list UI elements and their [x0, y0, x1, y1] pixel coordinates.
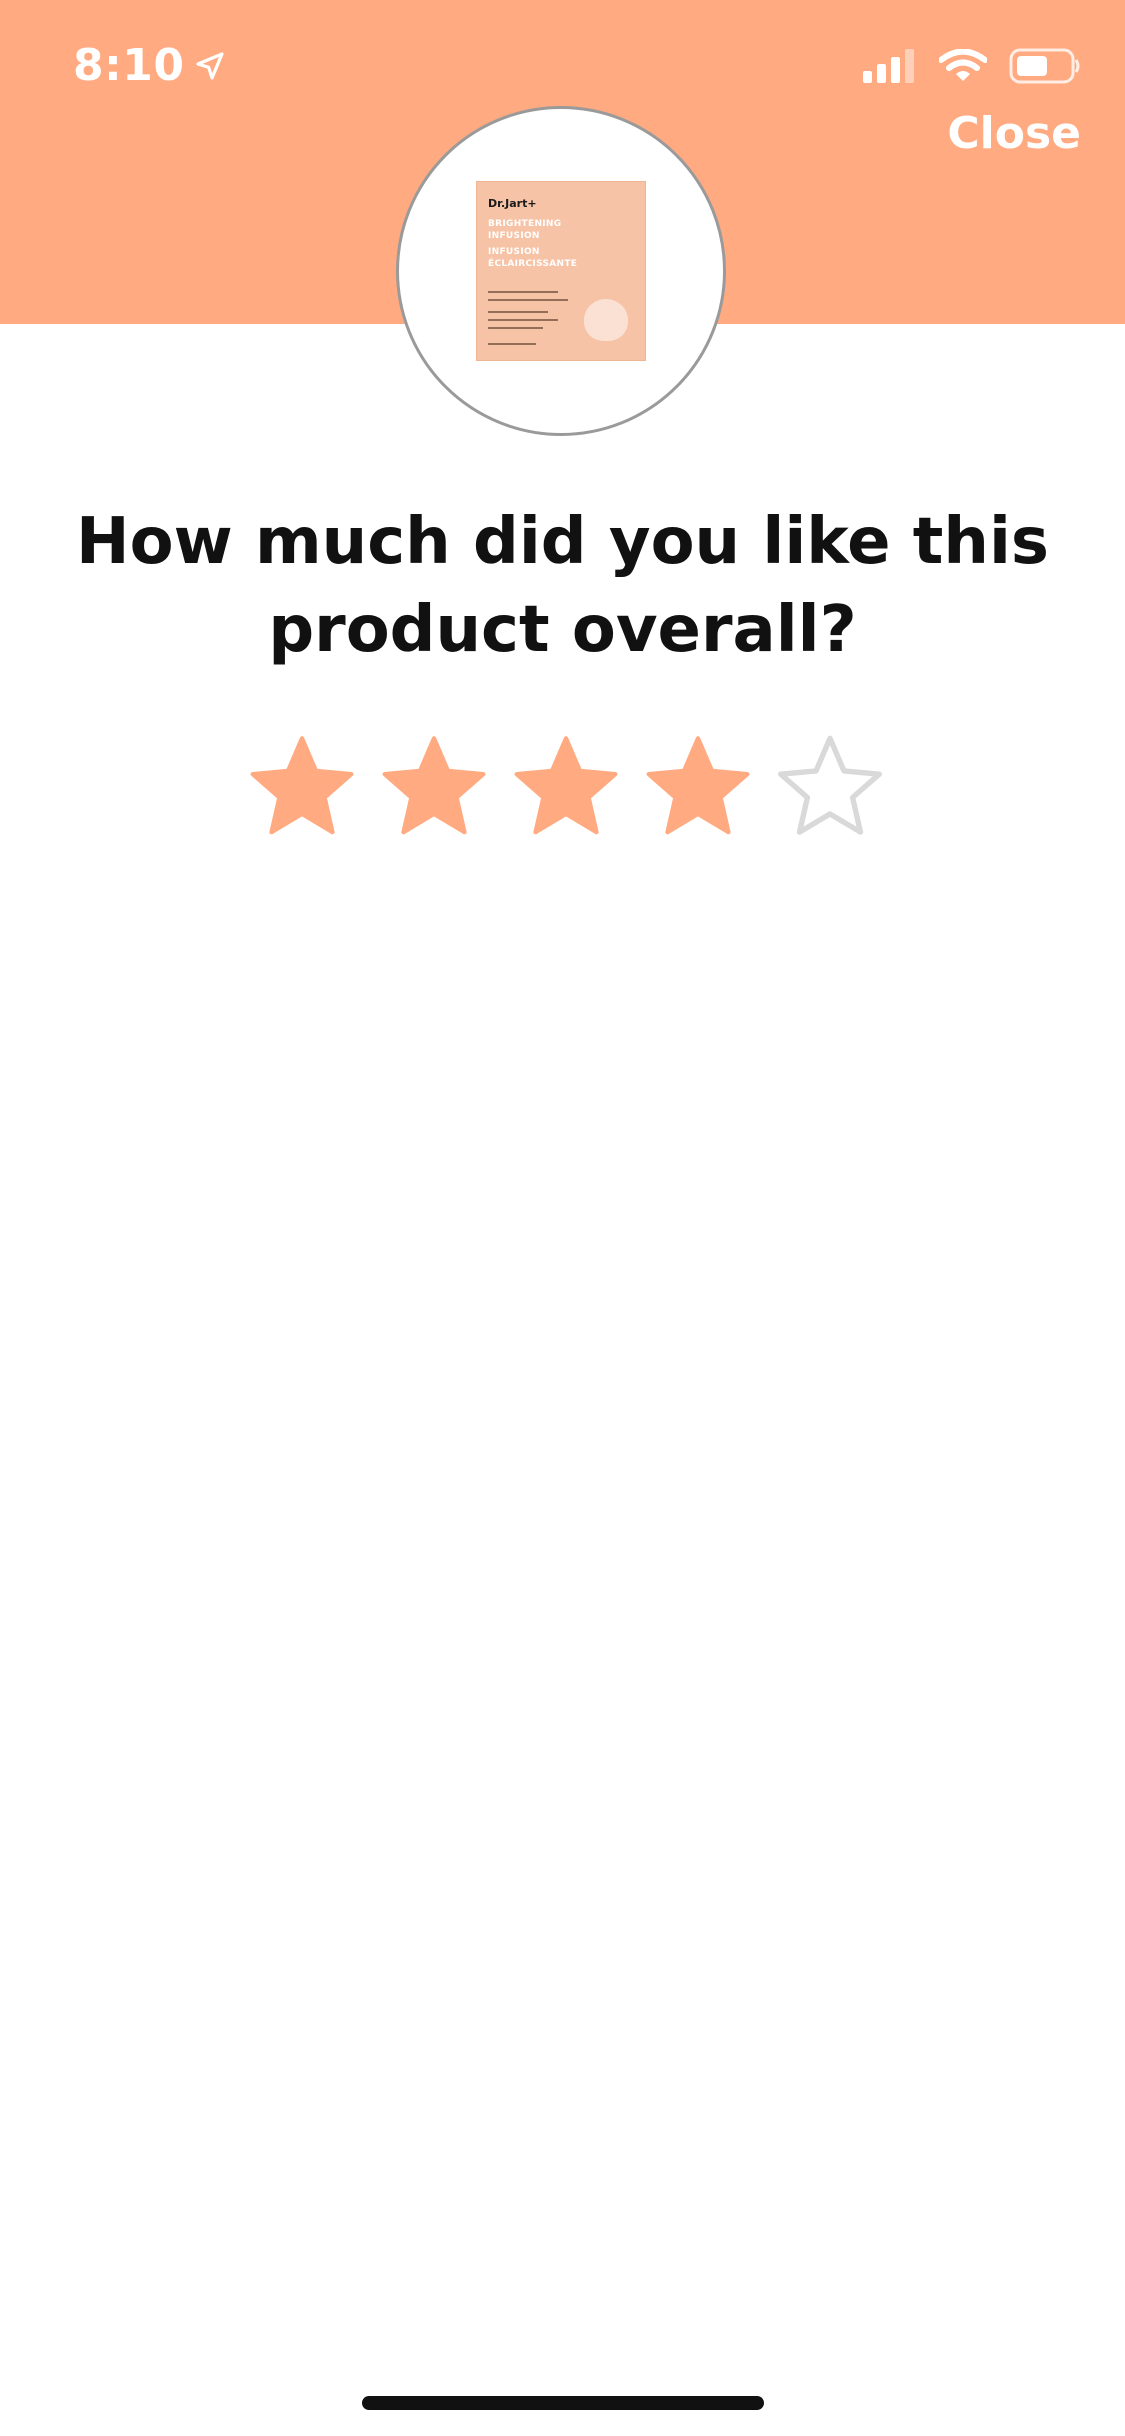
product-image: Dr.Jart+ BRIGHTENING INFUSION INFUSION É… [476, 181, 646, 361]
battery-icon [1009, 48, 1080, 84]
product-image-frame: Dr.Jart+ BRIGHTENING INFUSION INFUSION É… [396, 106, 726, 436]
product-line-2: INFUSION [488, 231, 540, 241]
packet-fine-print [488, 319, 558, 321]
status-time: 8:10 [73, 40, 226, 91]
wifi-icon [939, 49, 987, 81]
review-rating-screen: 8:10 Close Dr.Jart+ BRIGHTENING INFUSION… [0, 0, 1125, 2436]
star-filled-icon[interactable] [644, 734, 752, 842]
home-indicator[interactable] [362, 2396, 764, 2410]
packet-fine-print [488, 327, 543, 329]
product-line-1: BRIGHTENING [488, 219, 562, 229]
star-filled-icon[interactable] [512, 734, 620, 842]
close-button[interactable]: Close [947, 108, 1081, 159]
star-filled-icon[interactable] [380, 734, 488, 842]
packet-fine-print [488, 343, 536, 345]
cellular-signal-icon [863, 49, 914, 83]
product-brand: Dr.Jart+ [488, 197, 537, 210]
packet-fine-print [488, 291, 558, 293]
product-line-3: INFUSION [488, 247, 540, 257]
star-filled-icon[interactable] [248, 734, 356, 842]
star-rating[interactable] [248, 734, 884, 842]
packet-fine-print [488, 299, 568, 301]
product-line-4: ÉCLAIRCISSANTE [488, 259, 578, 269]
location-arrow-icon [196, 51, 225, 80]
face-mask-graphic [584, 299, 628, 341]
status-icons [863, 48, 1081, 84]
star-empty-icon[interactable] [776, 734, 884, 842]
packet-fine-print [488, 311, 548, 313]
status-time-text: 8:10 [73, 40, 185, 91]
rating-question: How much did you like this product overa… [76, 505, 1049, 667]
